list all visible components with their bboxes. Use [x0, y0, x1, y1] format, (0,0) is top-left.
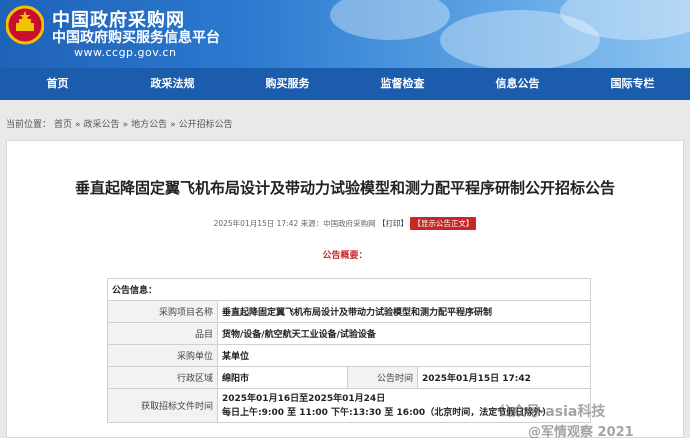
- breadcrumb-link-procurement[interactable]: 政采公告: [84, 120, 120, 130]
- breadcrumb-separator: »: [122, 120, 129, 130]
- notice-overview-heading: 公告概要：: [322, 251, 368, 261]
- breadcrumb-link-home[interactable]: 首页: [54, 120, 72, 130]
- national-emblem-icon[interactable]: [6, 5, 44, 45]
- cloud-decoration: [330, 0, 450, 40]
- breadcrumb-current[interactable]: 公开招标公告: [179, 120, 233, 130]
- notice-date: 2025年01月15日 17:42: [213, 219, 299, 228]
- site-subtitle: 中国政府购买服务信息平台: [52, 30, 220, 46]
- notice-title: 垂直起降固定翼飞机布局设计及带动力试验模型和测力配平程序研制公开招标公告: [74, 179, 615, 197]
- table-value: 垂直起降固定翼飞机布局设计及带动力试验模型和测力配平程序研制: [217, 300, 591, 323]
- table-row: 行政区域 绵阳市 公告时间 2025年01月15日 17:42: [107, 366, 591, 389]
- main-nav: 首页 政采法规 购买服务 监督检查 信息公告 国际专栏: [0, 68, 690, 100]
- table-row: 采购单位 某单位: [107, 344, 591, 367]
- table-label: 行政区域: [107, 366, 218, 389]
- table-value: 2025年01月15日 17:42: [417, 366, 591, 389]
- table-label: 品目: [107, 322, 218, 345]
- breadcrumb-separator: »: [75, 120, 81, 130]
- print-link[interactable]: 【打印】: [378, 219, 408, 228]
- table-header: 公告信息：: [107, 278, 591, 301]
- nav-item-international[interactable]: 国际专栏: [575, 68, 690, 100]
- table-label: 采购单位: [107, 344, 218, 367]
- site-url[interactable]: www.ccgp.gov.cn: [74, 46, 176, 59]
- breadcrumb: 当前位置： 首页» 政采公告» 地方公告» 公开招标公告: [6, 117, 236, 130]
- show-body-button[interactable]: 【显示公告正文】: [410, 217, 477, 230]
- watermark: @军情观察 2021: [528, 425, 634, 438]
- site-banner: 中国政府采购网 中国政府购买服务信息平台 www.ccgp.gov.cn: [0, 0, 690, 68]
- watermark: 公众号·asia科技: [498, 404, 606, 420]
- nav-item-supervision[interactable]: 监督检查: [345, 68, 460, 100]
- breadcrumb-separator: »: [170, 120, 176, 130]
- nav-item-announcements[interactable]: 信息公告: [460, 68, 575, 100]
- table-row: 公告信息：: [107, 278, 591, 301]
- table-label: 公告时间: [347, 366, 418, 389]
- table-value: 绵阳市: [217, 366, 348, 389]
- table-label: 获取招标文件时间: [107, 388, 218, 423]
- notice-panel: 垂直起降固定翼飞机布局设计及带动力试验模型和测力配平程序研制公开招标公告 202…: [6, 140, 684, 438]
- notice-source: 来源：中国政府采购网: [300, 219, 376, 228]
- notice-meta: 2025年01月15日 17:42 来源：中国政府采购网 【打印】 【显示公告正…: [7, 217, 683, 230]
- table-row: 采购项目名称 垂直起降固定翼飞机布局设计及带动力试验模型和测力配平程序研制: [107, 300, 591, 323]
- table-label: 采购项目名称: [107, 300, 218, 323]
- table-row: 品目 货物/设备/航空航天工业设备/试验设备: [107, 322, 591, 345]
- nav-item-regulations[interactable]: 政采法规: [115, 68, 230, 100]
- breadcrumb-link-local[interactable]: 地方公告: [131, 120, 167, 130]
- table-value: 货物/设备/航空航天工业设备/试验设备: [217, 322, 591, 345]
- breadcrumb-prefix: 当前位置：: [6, 120, 52, 130]
- table-value: 某单位: [217, 344, 591, 367]
- nav-item-home[interactable]: 首页: [0, 68, 115, 100]
- nav-item-purchase-services[interactable]: 购买服务: [230, 68, 345, 100]
